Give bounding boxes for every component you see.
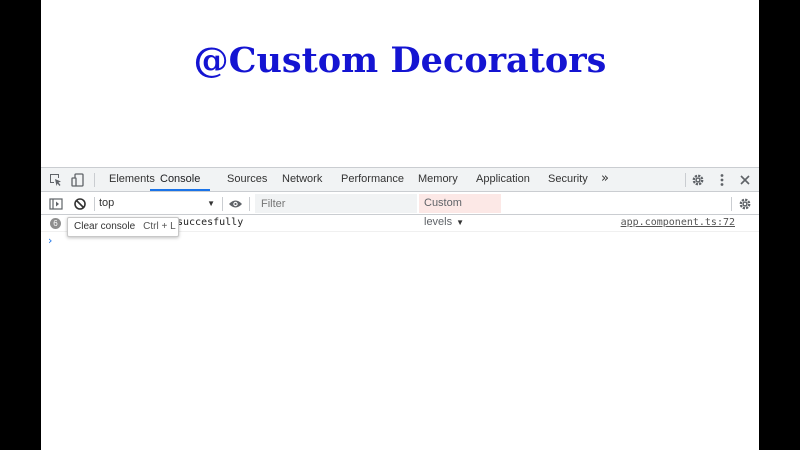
filter-input[interactable] xyxy=(255,194,417,213)
tooltip-shortcut: Ctrl + L xyxy=(143,221,176,232)
tab-memory[interactable]: Memory xyxy=(418,168,458,191)
inspect-element-icon[interactable] xyxy=(45,168,67,191)
device-toggle-icon[interactable] xyxy=(67,168,89,191)
toolbar-divider xyxy=(94,173,95,187)
tab-application[interactable]: Application xyxy=(476,168,530,191)
context-value: top xyxy=(99,197,115,209)
browser-page: @Custom Decorators Elements Console Sour… xyxy=(41,0,759,450)
devtools-panel: Elements Console Sources Network Perform… xyxy=(41,167,759,450)
clear-console-tooltip: Clear console Ctrl + L xyxy=(67,217,179,237)
tab-network[interactable]: Network xyxy=(282,168,322,191)
toolbar-divider xyxy=(731,197,732,211)
toolbar-divider xyxy=(222,197,223,211)
context-selector[interactable]: top ▼ xyxy=(99,195,215,212)
repeat-count-badge: 6 xyxy=(50,218,61,229)
tooltip-label: Clear console xyxy=(74,221,136,232)
more-tabs-icon[interactable]: » xyxy=(601,168,609,191)
message-text: succesfully xyxy=(177,217,244,228)
eye-icon[interactable] xyxy=(224,192,246,215)
page-heading: @Custom Decorators xyxy=(193,40,607,81)
toolbar-divider xyxy=(249,197,250,211)
chevron-down-icon: ▼ xyxy=(207,199,215,208)
tab-console[interactable]: Console xyxy=(150,168,211,191)
gear-icon[interactable] xyxy=(734,192,756,215)
tab-security[interactable]: Security xyxy=(548,168,588,191)
toolbar-divider xyxy=(685,173,686,187)
tab-performance[interactable]: Performance xyxy=(341,168,404,191)
tab-elements[interactable]: Elements xyxy=(109,168,155,191)
console-prompt[interactable]: › xyxy=(48,234,52,247)
sidebar-toggle-icon[interactable] xyxy=(45,192,67,215)
devtools-tabbar: Elements Console Sources Network Perform… xyxy=(41,168,759,192)
toolbar-divider xyxy=(94,197,95,211)
gear-icon[interactable] xyxy=(687,168,709,191)
clear-console-icon[interactable] xyxy=(69,192,91,215)
log-levels-dropdown[interactable]: Custom levels ▼ xyxy=(419,194,501,228)
close-icon[interactable] xyxy=(734,168,756,191)
console-toolbar: top ▼ Custom levels▼ xyxy=(41,192,759,228)
kebab-menu-icon[interactable] xyxy=(711,168,733,191)
message-source-link[interactable]: app.component.ts:72 xyxy=(621,217,735,228)
tab-sources[interactable]: Sources xyxy=(227,168,267,191)
